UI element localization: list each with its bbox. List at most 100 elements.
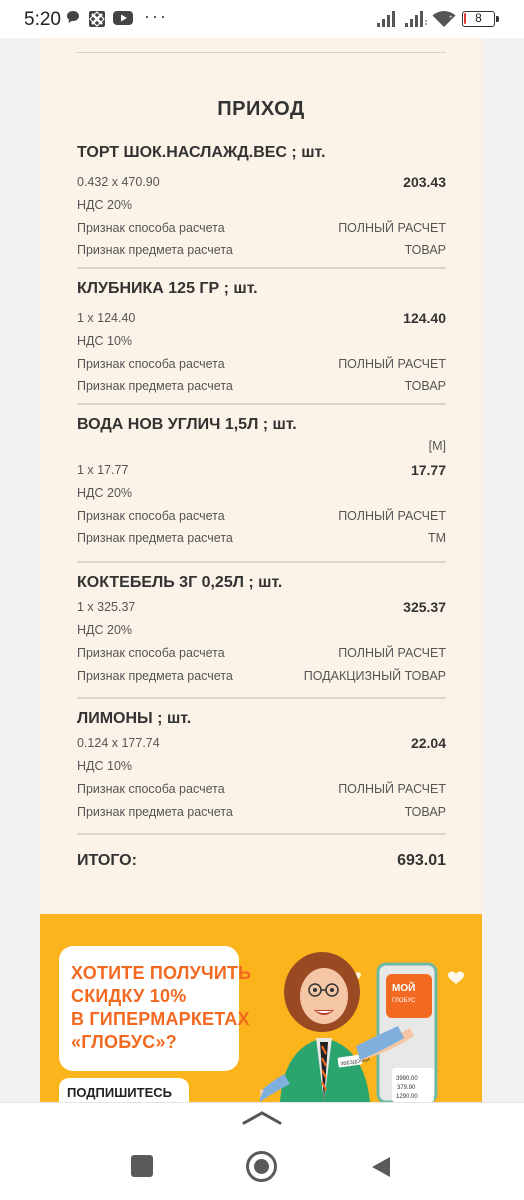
payment-method-value: ПОЛНЫЙ РАСЧЕТ [338, 357, 446, 371]
payment-method-value: ПОЛНЫЙ РАСЧЕТ [338, 782, 446, 796]
subject-value: ТМ [427, 531, 446, 545]
qty-price: 1 x 325.37 [77, 600, 136, 614]
item-divider [77, 833, 446, 835]
logo-badge [386, 974, 432, 1018]
status-time: 5:20 [24, 9, 61, 30]
item-divider [77, 267, 446, 269]
promo-line: В ГИПЕРМАРКЕТАХ [71, 1009, 250, 1029]
subscribe-button[interactable]: ПОДПИШИТЕСЬ [59, 1078, 189, 1102]
svg-text:+: + [449, 15, 453, 21]
chevron-up-icon[interactable] [242, 1109, 282, 1130]
qty-price-row: 1 x 124.40 124.40 [77, 310, 446, 329]
web-content[interactable]: ПРИХОД ТОРТ ШОК.НАСЛАЖД.ВЕС ; шт. 0.432 … [0, 38, 524, 1102]
logo-text-1: МОЙ [392, 981, 415, 994]
payment-method-row: Признак способа расчета ПОЛНЫЙ РАСЧЕТ [77, 782, 446, 800]
subject-label: Признак предмета расчета [77, 805, 233, 819]
promo-illustration: МОЙ ГЛОБУС 3990.00 379.90 1290.00 ЗВЕЗДО… [260, 952, 464, 1102]
subject-label: Признак предмета расчета [77, 243, 233, 257]
promo-line: ХОТИТЕ ПОЛУЧИТЬ [71, 963, 252, 983]
logo-text-2: ГЛОБУС [392, 998, 416, 1004]
promo-card[interactable]: ХОТИТЕ ПОЛУЧИТЬ СКИДКУ 10% В ГИПЕРМАРКЕТ… [59, 946, 251, 1071]
price-3: 1290.00 [396, 1094, 418, 1100]
recents-square-icon[interactable] [131, 1155, 153, 1177]
vat-rate: НДС 10% [77, 759, 133, 773]
battery-percent: 8 [475, 11, 482, 25]
vat-row: НДС 20% [77, 198, 446, 216]
subject-value: ПОДАКЦИЗНЫЙ ТОВАР [303, 669, 446, 683]
vat-rate: НДС 20% [77, 486, 133, 500]
payment-method-value: ПОЛНЫЙ РАСЧЕТ [338, 221, 446, 235]
qty-price: 1 x 124.40 [77, 311, 136, 325]
mark-row: [M] [77, 439, 446, 457]
item-title: ЛИМОНЫ ; шт. [77, 710, 192, 727]
chat-bubble-icon [66, 10, 80, 29]
subject-row: Признак предмета расчета ТМ [77, 531, 446, 549]
item-sum: 22.04 [410, 735, 446, 751]
qty-price-row: 0.432 x 470.90 203.43 [77, 174, 446, 193]
payment-method-value: ПОЛНЫЙ РАСЧЕТ [338, 646, 446, 660]
vat-rate: НДС 10% [77, 334, 133, 348]
payment-method-row: Признак способа расчета ПОЛНЫЙ РАСЧЕТ [77, 509, 446, 527]
item-sum: 124.40 [403, 310, 446, 326]
promo-line: СКИДКУ 10% [71, 986, 187, 1006]
subject-row: Признак предмета расчета ТОВАР [77, 379, 446, 397]
payment-method-label: Признак способа расчета [77, 646, 225, 660]
more-dots-icon: ··· [144, 6, 168, 26]
payment-method-label: Признак способа расчета [77, 357, 225, 371]
subject-value: ТОВАР [404, 243, 446, 257]
home-circle-icon[interactable] [246, 1151, 277, 1182]
subject-label: Признак предмета расчета [77, 379, 233, 393]
item-title: КЛУБНИКА 125 ГР ; шт. [77, 280, 258, 297]
payment-method-label: Признак способа расчета [77, 221, 225, 235]
payment-method-value: ПОЛНЫЙ РАСЧЕТ [338, 509, 446, 523]
heart-icon [448, 971, 464, 984]
payment-method-label: Признак способа расчета [77, 782, 225, 796]
signal-icon-2 [404, 10, 428, 33]
battery-tip [496, 16, 499, 22]
price-2: 379.90 [397, 1085, 416, 1091]
vat-row: НДС 10% [77, 759, 446, 777]
subject-value: ТОВАР [404, 379, 446, 393]
subject-label: Признак предмета расчета [77, 669, 233, 683]
battery-icon: 8 [462, 11, 499, 27]
qty-price: 0.432 x 470.90 [77, 175, 160, 189]
wifi-icon: + [432, 10, 456, 33]
subscribe-label: ПОДПИШИТЕСЬ [67, 1085, 172, 1100]
promo-line: «ГЛОБУС»? [71, 1032, 177, 1052]
home-circle-inner [254, 1159, 269, 1174]
subject-value: ТОВАР [404, 805, 446, 819]
vat-rate: НДС 20% [77, 198, 133, 212]
item-sum: 17.77 [410, 462, 446, 478]
total-value: 693.01 [397, 852, 446, 869]
item-title: КОКТЕБЕЛЬ 3Г 0,25Л ; шт. [77, 574, 283, 591]
vat-rate: НДС 20% [77, 623, 133, 637]
item-title: ВОДА НОВ УГЛИЧ 1,5Л ; шт. [77, 416, 297, 433]
vat-row: НДС 20% [77, 486, 446, 504]
payment-method-row: Признак способа расчета ПОЛНЫЙ РАСЧЕТ [77, 221, 446, 239]
total-label: ИТОГО: [77, 852, 137, 869]
qty-price: 0.124 x 177.74 [77, 736, 160, 750]
subject-label: Признак предмета расчета [77, 531, 233, 545]
qty-price-row: 1 x 325.37 325.37 [77, 599, 446, 618]
face-shape [300, 968, 348, 1024]
youtube-icon [113, 10, 133, 31]
back-triangle-icon[interactable] [370, 1155, 392, 1184]
item-divider [77, 697, 446, 699]
item-title: ТОРТ ШОК.НАСЛАЖД.ВЕС ; шт. [77, 144, 326, 161]
price-1: 3990.00 [396, 1076, 418, 1082]
subject-row: Признак предмета расчета ТОВАР [77, 805, 446, 823]
status-bar: 5:20 ··· + 8 [0, 0, 524, 38]
item-sum: 325.37 [403, 599, 446, 615]
vat-row: НДС 10% [77, 334, 446, 352]
payment-method-row: Признак способа расчета ПОЛНЫЙ РАСЧЕТ [77, 646, 446, 664]
divider [77, 52, 446, 53]
receipt: ПРИХОД ТОРТ ШОК.НАСЛАЖД.ВЕС ; шт. 0.432 … [40, 38, 482, 914]
qty-price-row: 1 x 17.77 17.77 [77, 462, 446, 481]
navigation-bar [0, 1102, 524, 1200]
app-icon [88, 10, 106, 33]
item-sum: 203.43 [403, 174, 446, 190]
promo-banner[interactable]: ХОТИТЕ ПОЛУЧИТЬ СКИДКУ 10% В ГИПЕРМАРКЕТ… [40, 914, 482, 1102]
receipt-heading: ПРИХОД [217, 98, 305, 120]
signal-icon [376, 10, 398, 33]
subject-row: Признак предмета расчета ПОДАКЦИЗНЫЙ ТОВ… [77, 669, 446, 687]
